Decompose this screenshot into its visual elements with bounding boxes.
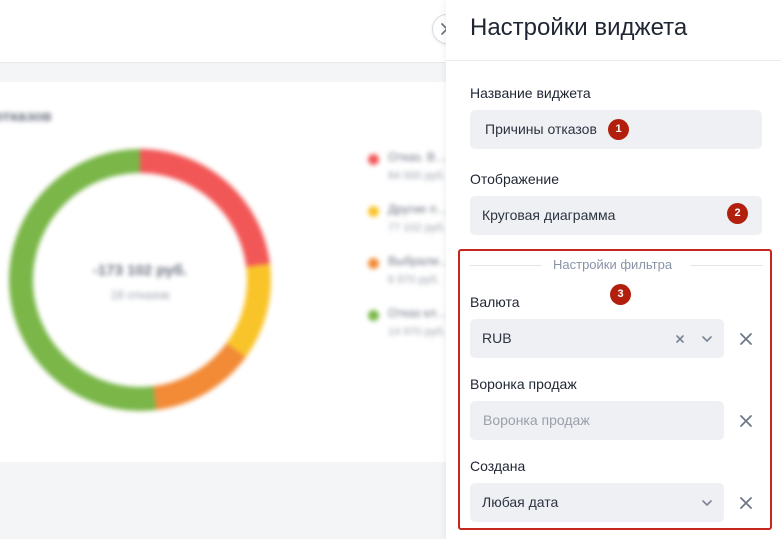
legend-dot [368,206,379,217]
legend-value: 84 000 руб. [388,170,446,182]
legend-label: Выбрали… [388,254,451,268]
legend-dot [368,154,379,165]
widget-name-label: Название виджета [470,85,591,101]
legend-value: 6 970 руб. [388,274,440,286]
annotation-badge-3: 3 [610,284,631,305]
legend-dot [368,310,379,321]
panel-title: Настройки виджета [470,14,688,41]
display-select[interactable]: Круговая диаграмма [470,196,762,235]
background-chart-title: отказов [0,108,52,125]
legend-dot [368,258,379,269]
widget-name-value: Причины отказов [485,121,597,137]
donut-subtitle: 18 отказов [110,288,170,302]
display-label: Отображение [470,171,560,187]
legend-label: Отказ. В… [388,150,448,164]
legend-label: Отказ кл… [388,306,449,320]
donut-chart [9,149,271,411]
annotation-badge-2: 2 [727,203,748,224]
legend-value: 14 970 руб. [388,326,446,338]
legend-value: 77 102 руб. [388,222,446,234]
donut-total: -173 102 руб. [92,262,188,279]
annotation-badge-1: 1 [608,119,629,140]
display-value: Круговая диаграмма [482,207,616,223]
panel-header: Настройки виджета [446,0,781,61]
legend-label: Другие п… [388,202,449,216]
